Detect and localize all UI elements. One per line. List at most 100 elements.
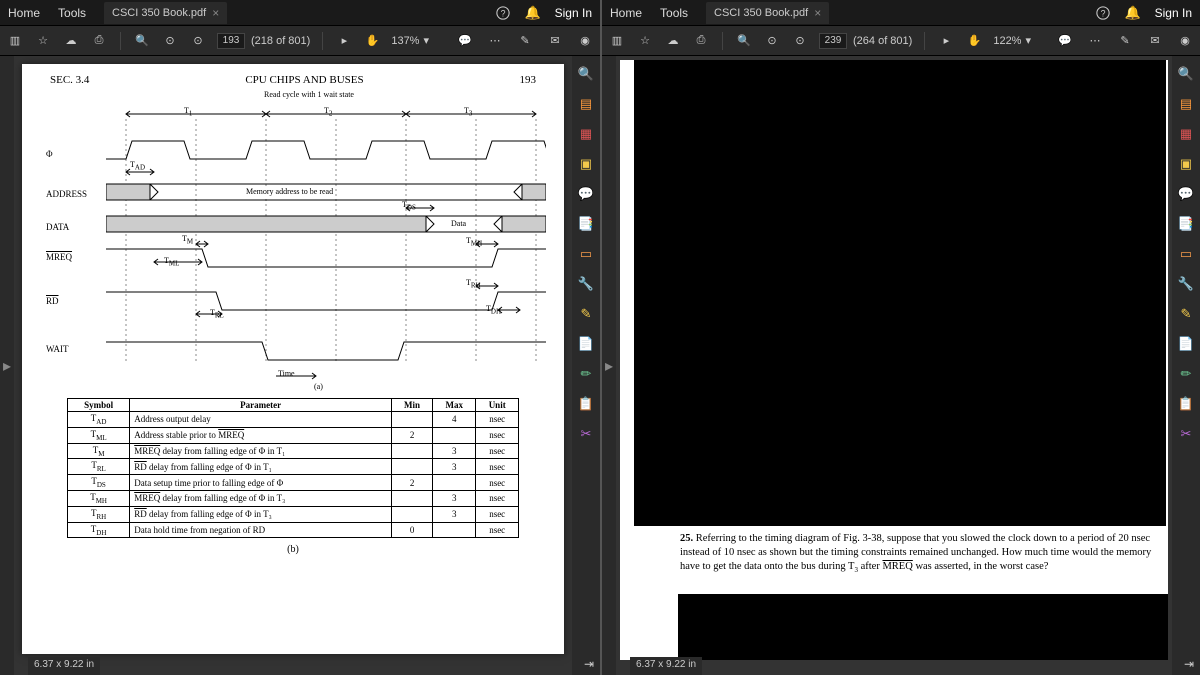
assistant-icon[interactable]: ◉ — [1176, 32, 1194, 50]
t3-label: T3 — [464, 106, 472, 118]
close-tab-icon[interactable]: × — [212, 6, 219, 20]
toolbar: ▥ ☆ ☁ ⎙ 🔍 ⊙ ⊙ (218 of 801) ▸ ✋ 137% ▾ 💬 … — [0, 26, 600, 56]
rail-tool-icon[interactable]: ✏ — [1178, 366, 1194, 382]
rail-tool-icon[interactable]: 📄 — [578, 336, 594, 352]
bell-icon[interactable]: 🔔 — [524, 5, 540, 21]
sub-a: (a) — [314, 382, 323, 391]
rail-tool-icon[interactable]: ✎ — [1178, 306, 1194, 322]
hand-tool-icon[interactable]: ✋ — [965, 32, 983, 50]
file-tab[interactable]: CSCI 350 Book.pdf × — [706, 2, 829, 24]
tad-lbl: TAD — [130, 160, 145, 172]
rail-tool-icon[interactable]: 🔧 — [1178, 276, 1194, 292]
rail-tool-icon[interactable]: ✎ — [578, 306, 594, 322]
doc-area[interactable]: 25. Referring to the timing diagram of F… — [616, 56, 1172, 675]
rail-tool-icon[interactable]: 📑 — [578, 216, 594, 232]
zoom-control[interactable]: 122% ▾ — [993, 34, 1031, 47]
rail-tool-icon[interactable]: ▤ — [578, 96, 594, 112]
home-tab[interactable]: Home — [8, 6, 40, 20]
page-up-icon[interactable]: ⊙ — [763, 32, 781, 50]
rail-left[interactable]: ▸ — [602, 56, 616, 675]
tools-tab[interactable]: Tools — [660, 6, 688, 20]
hand-tool-icon[interactable]: ✋ — [363, 32, 381, 50]
page-down-icon[interactable]: ⊙ — [189, 32, 207, 50]
page-up-icon[interactable]: ⊙ — [161, 32, 179, 50]
chapter-title: CPU CHIPS AND BUSES — [245, 74, 363, 86]
sign-in-link[interactable]: Sign In — [555, 6, 592, 20]
rail-tool-icon[interactable]: 🔧 — [578, 276, 594, 292]
time-lbl: Time — [278, 369, 295, 378]
rail-tool-icon[interactable]: ▦ — [1178, 126, 1194, 142]
select-tool-icon[interactable]: ▸ — [335, 32, 353, 50]
page-down-icon[interactable]: ⊙ — [791, 32, 809, 50]
comment-icon[interactable]: 💬 — [456, 32, 474, 50]
help-icon[interactable]: ? — [496, 6, 510, 20]
rail-tool-icon[interactable]: 💬 — [1178, 186, 1194, 202]
rail-right: 🔍 ▤ ▦ ▣ 💬 📑 ▭ 🔧 ✎ 📄 ✏ 📋 ✂ — [1172, 56, 1200, 675]
print-icon[interactable]: ⎙ — [692, 32, 710, 50]
rail-tool-icon[interactable]: ▦ — [578, 126, 594, 142]
expand-icon[interactable]: ⇥ — [1184, 657, 1194, 671]
star-icon[interactable]: ☆ — [636, 32, 654, 50]
topbar: Home Tools CSCI 350 Book.pdf × ? 🔔 Sign … — [602, 0, 1200, 26]
expand-icon[interactable]: ⇥ — [584, 657, 594, 671]
page-input[interactable] — [217, 33, 245, 49]
file-tab[interactable]: CSCI 350 Book.pdf × — [104, 2, 227, 24]
sidebar-toggle-icon[interactable]: ▥ — [608, 32, 626, 50]
comment-icon[interactable]: 💬 — [1056, 32, 1074, 50]
search-icon[interactable]: 🔍 — [735, 32, 753, 50]
bell-icon[interactable]: 🔔 — [1124, 5, 1140, 21]
cloud-icon[interactable]: ☁ — [62, 32, 80, 50]
assistant-icon[interactable]: ◉ — [576, 32, 594, 50]
mail-icon[interactable]: ✉ — [546, 32, 564, 50]
home-tab[interactable]: Home — [610, 6, 642, 20]
rail-tool-icon[interactable]: ✂ — [1178, 426, 1194, 442]
toolbar: ▥ ☆ ☁ ⎙ 🔍 ⊙ ⊙ (264 of 801) ▸ ✋ 122% ▾ 💬 … — [602, 26, 1200, 56]
rail-tool-icon[interactable]: 📄 — [1178, 336, 1194, 352]
page-dims: 6.37 x 9.22 in — [28, 657, 100, 675]
rail-tool-icon[interactable]: ▣ — [578, 156, 594, 172]
page-input[interactable] — [819, 33, 847, 49]
select-tool-icon[interactable]: ▸ — [937, 32, 955, 50]
star-icon[interactable]: ☆ — [34, 32, 52, 50]
trl-lbl: TRL — [210, 308, 224, 320]
rail-tool-icon[interactable]: 📑 — [1178, 216, 1194, 232]
help-icon[interactable]: ? — [1096, 6, 1110, 20]
rail-tool-icon[interactable]: 🔍 — [1178, 66, 1194, 82]
chevron-down-icon[interactable]: ▾ — [1025, 34, 1031, 47]
rail-tool-icon[interactable]: ▣ — [1178, 156, 1194, 172]
rail-left[interactable]: ▸ — [0, 56, 14, 675]
rail-tool-icon[interactable]: ✏ — [578, 366, 594, 382]
cloud-icon[interactable]: ☁ — [664, 32, 682, 50]
tds-lbl: TDS — [402, 200, 416, 212]
rail-tool-icon[interactable]: 🔍 — [578, 66, 594, 82]
tm-lbl: TM — [182, 234, 193, 246]
rail-tool-icon[interactable]: ▭ — [578, 246, 594, 262]
search-icon[interactable]: 🔍 — [133, 32, 151, 50]
print-icon[interactable]: ⎙ — [90, 32, 108, 50]
rail-tool-icon[interactable]: 📋 — [1178, 396, 1194, 412]
zoom-control[interactable]: 137% ▾ — [391, 34, 429, 47]
close-tab-icon[interactable]: × — [814, 6, 821, 20]
rail-tool-icon[interactable]: ✂ — [578, 426, 594, 442]
more-icon[interactable]: ⋯ — [486, 32, 504, 50]
th-param: Parameter — [130, 399, 392, 412]
tools-tab[interactable]: Tools — [58, 6, 86, 20]
q25-text: Referring to the timing diagram of Fig. … — [680, 533, 1151, 572]
chevron-down-icon[interactable]: ▾ — [423, 34, 429, 47]
tdh-lbl: TDH — [486, 304, 501, 316]
rail-tool-icon[interactable]: ▭ — [1178, 246, 1194, 262]
rail-tool-icon[interactable]: ▤ — [1178, 96, 1194, 112]
sign-icon[interactable]: ✎ — [516, 32, 534, 50]
sidebar-toggle-icon[interactable]: ▥ — [6, 32, 24, 50]
rail-tool-icon[interactable]: 💬 — [578, 186, 594, 202]
page-total: (264 of 801) — [853, 35, 912, 47]
table-row: TMLAddress stable prior to MREQ2nsec — [68, 427, 519, 443]
more-icon[interactable]: ⋯ — [1086, 32, 1104, 50]
sign-in-link[interactable]: Sign In — [1155, 6, 1192, 20]
svg-text:?: ? — [501, 8, 506, 18]
rail-tool-icon[interactable]: 📋 — [578, 396, 594, 412]
mail-icon[interactable]: ✉ — [1146, 32, 1164, 50]
doc-area[interactable]: SEC. 3.4 CPU CHIPS AND BUSES 193 Φ ADDRE… — [14, 56, 572, 675]
trh-lbl: TRH — [466, 278, 481, 290]
sign-icon[interactable]: ✎ — [1116, 32, 1134, 50]
